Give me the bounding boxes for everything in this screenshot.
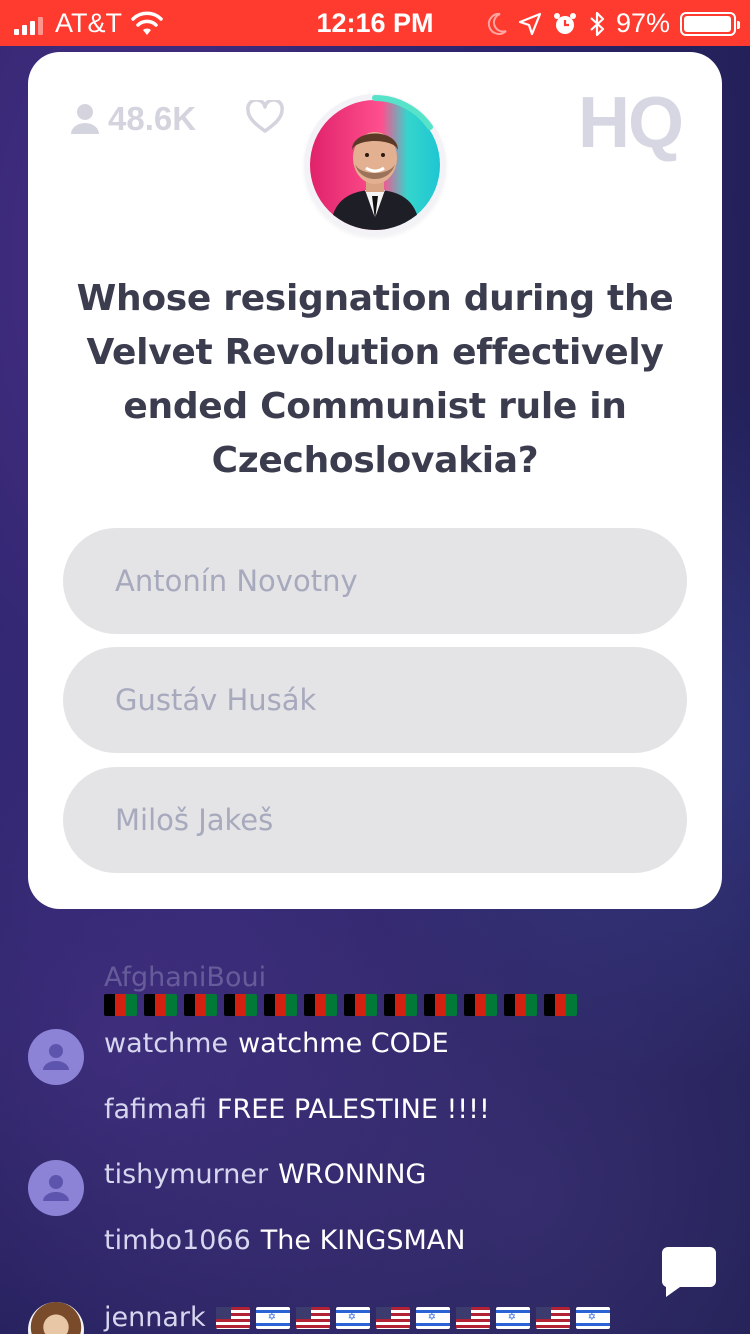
- answer-option-3[interactable]: Miloš Jakeš: [63, 767, 687, 873]
- chat-text: The KINGSMAN: [260, 1225, 466, 1256]
- heart-icon[interactable]: [246, 100, 284, 134]
- flag-emojis-us-israel: ✡ ✡ ✡ ✡ ✡: [215, 1306, 610, 1329]
- battery-icon: [680, 11, 740, 36]
- alarm-clock-icon: [553, 12, 576, 34]
- chat-message: watchme watchme CODE: [104, 1028, 449, 1059]
- chat-bubble-icon[interactable]: [660, 1245, 718, 1299]
- person-icon: [43, 1175, 69, 1201]
- answer-label: Miloš Jakeš: [115, 803, 274, 837]
- status-bar: AT&T 12:16 PM 97%: [0, 0, 750, 46]
- chat-message: tishymurner WRONNNG: [104, 1159, 426, 1190]
- viewer-count: 48.6K: [70, 100, 196, 138]
- question-card: 48.6K HQ Whose resignation during the Ve…: [28, 52, 722, 909]
- location-arrow-icon: [518, 12, 542, 35]
- chat-text: watchme CODE: [238, 1028, 449, 1059]
- person-icon: [43, 1044, 69, 1070]
- answer-option-2[interactable]: Gustáv Husák: [63, 647, 687, 753]
- chat-message: fafimafi FREE PALESTINE !!!!: [104, 1094, 490, 1125]
- chat-avatar-photo: [28, 1302, 84, 1334]
- hq-logo: HQ: [578, 83, 684, 163]
- chat-text: WRONNNG: [278, 1159, 427, 1190]
- chat-message-faded: AfghaniBoui: [104, 962, 266, 993]
- moon-icon: [487, 12, 507, 35]
- status-right: 97%: [486, 8, 740, 39]
- chat-avatar: [28, 1160, 84, 1216]
- battery-percent: 97%: [615, 8, 670, 38]
- question-text: Whose resignation during the Velvet Revo…: [76, 278, 674, 481]
- chat-message: timbo1066 The KINGSMAN: [104, 1225, 465, 1256]
- chat-text: FREE PALESTINE !!!!: [216, 1094, 490, 1125]
- chat-username: jennark: [104, 1302, 206, 1333]
- answer-label: Antonín Novotny: [115, 564, 358, 598]
- flag-emojis-afghanistan: [104, 994, 577, 1016]
- chat-username: tishymurner: [104, 1159, 269, 1190]
- viewer-count-label: 48.6K: [108, 100, 197, 137]
- person-icon: [71, 104, 99, 134]
- chat-avatar: [28, 1029, 84, 1085]
- bluetooth-icon: [590, 11, 605, 36]
- chat-message: jennark ✡ ✡ ✡ ✡ ✡: [104, 1302, 610, 1333]
- answer-option-1[interactable]: Antonín Novotny: [63, 528, 687, 634]
- timer-ring: [372, 95, 433, 130]
- chat-username: timbo1066: [104, 1225, 251, 1256]
- chat-feed: AfghaniBoui watchme watchme CODE fafimaf…: [0, 950, 750, 1334]
- chat-username: fafimafi: [104, 1094, 207, 1125]
- chat-username: AfghaniBoui: [104, 962, 267, 993]
- battery-fill: [684, 15, 731, 32]
- answer-label: Gustáv Husák: [115, 683, 317, 717]
- chat-username: watchme: [104, 1028, 229, 1059]
